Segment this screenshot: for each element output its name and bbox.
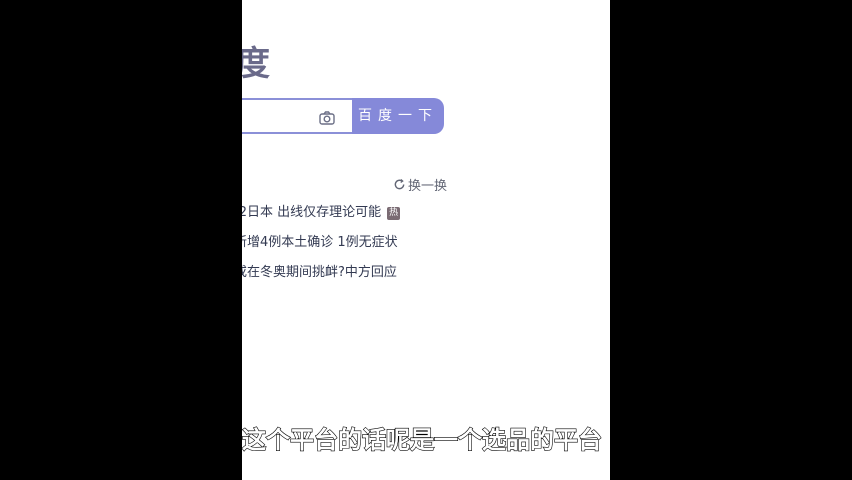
refresh-icon [394,178,405,190]
browser-viewport: 度 百度一下 换一换 -2日本 出线仅存理论可能 热 新增4例本土确诊 1例无症… [242,0,610,480]
hot-search-item[interactable]: 或在冬奥期间挑衅?中方回应 [242,258,400,288]
letterbox-right [610,0,852,480]
hot-search-item[interactable]: 新增4例本土确诊 1例无症状 [242,228,400,258]
hot-search-text[interactable]: -2日本 出线仅存理论可能 [242,202,381,224]
letterbox-left [0,0,242,480]
hot-search-text[interactable]: 新增4例本土确诊 1例无症状 [242,232,398,254]
video-subtitle: 这个平台的话呢是一个选品的平台 [242,425,603,454]
hot-search-text[interactable]: 或在冬奥期间挑衅?中方回应 [242,262,397,284]
baidu-logo: 度 [242,44,271,84]
hot-search-list: -2日本 出线仅存理论可能 热 新增4例本土确诊 1例无症状 或在冬奥期间挑衅?… [242,198,401,288]
search-input[interactable] [242,98,352,134]
camera-icon[interactable] [318,109,336,127]
refresh-hotlist-button[interactable]: 换一换 [393,175,447,194]
search-button[interactable]: 百度一下 [352,98,444,134]
hot-badge: 热 [387,206,401,220]
refresh-label: 换一换 [408,179,448,194]
hot-search-item[interactable]: -2日本 出线仅存理论可能 热 [242,198,401,228]
